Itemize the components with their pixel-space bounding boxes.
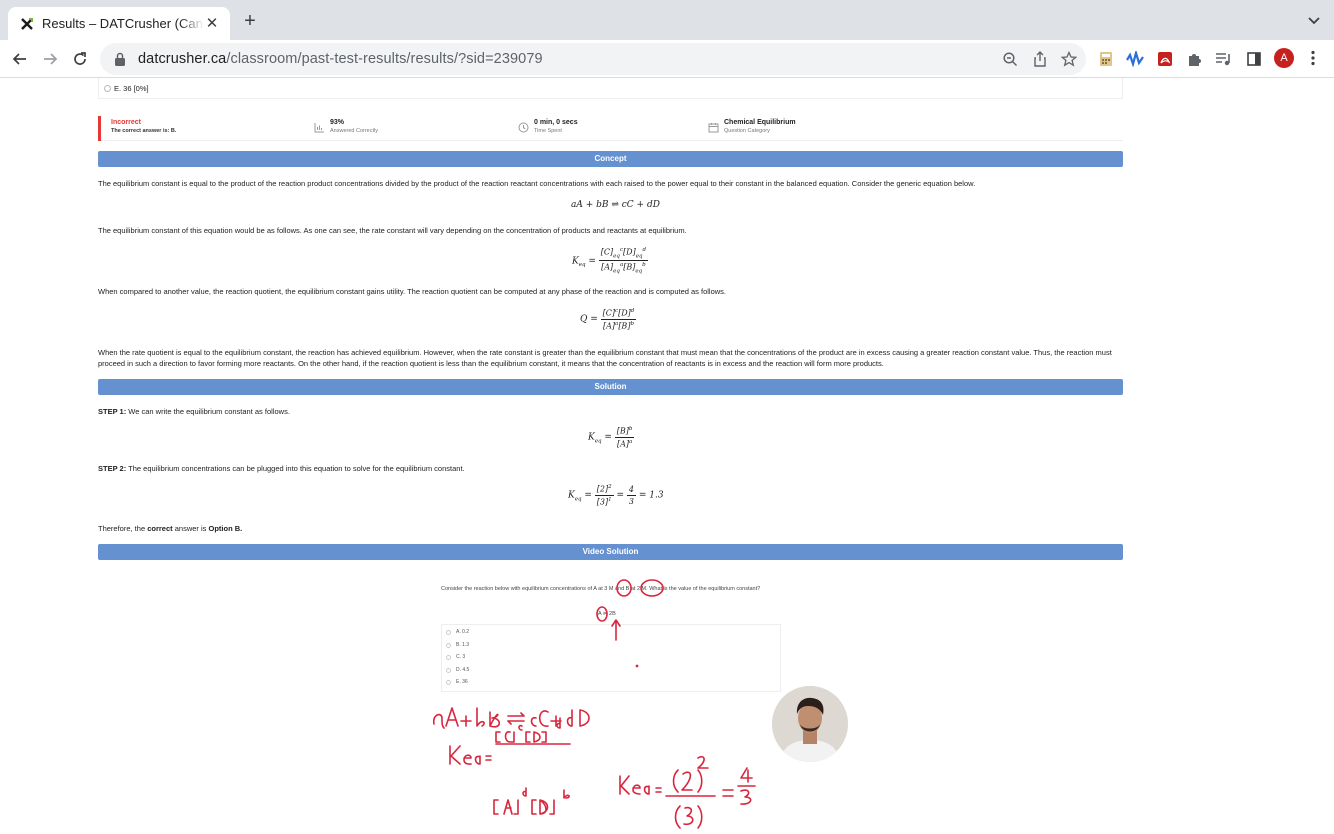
forward-arrow-icon[interactable] bbox=[39, 48, 61, 70]
concept-paragraph-2: The equilibrium constant of this equatio… bbox=[98, 226, 687, 235]
share-icon[interactable] bbox=[1032, 51, 1048, 67]
waveform-extension-icon[interactable] bbox=[1125, 49, 1145, 69]
result-stats: Incorrect The correct answer is: B. 93% … bbox=[98, 116, 1123, 141]
radio-icon[interactable] bbox=[104, 84, 111, 92]
step2-text: The equilibrium concentrations can be pl… bbox=[126, 464, 465, 473]
handwritten-annotations bbox=[432, 579, 756, 829]
step1-text: We can write the equilibrium constant as… bbox=[126, 407, 290, 416]
datcrusher-favicon-icon bbox=[20, 17, 34, 31]
page-content: E. 36 [0%] Incorrect The correct answer … bbox=[0, 78, 1334, 834]
video-solution-header: Video Solution bbox=[98, 544, 1123, 560]
time-value: 0 min, 0 secs bbox=[534, 119, 578, 126]
url-path: /classroom/past-test-results/results/?si… bbox=[226, 51, 543, 67]
status-text: Incorrect bbox=[111, 119, 141, 126]
time-label: Time Spent bbox=[534, 128, 562, 134]
keq-calculation: Keq = [2]2 [3]1 = 43 = 1.3 bbox=[568, 484, 664, 507]
concept-paragraph-3: When compared to another value, the reac… bbox=[98, 287, 727, 296]
answer-option-e[interactable]: E. 36 [0%] bbox=[98, 78, 1123, 99]
calculator-extension-icon[interactable] bbox=[1096, 49, 1116, 69]
reaction-quotient-formula: Q = [C]c[D]d [A]a[B]b bbox=[580, 308, 637, 331]
chevron-down-icon[interactable] bbox=[1306, 14, 1322, 28]
profile-avatar[interactable]: A bbox=[1274, 48, 1294, 68]
keq-specific-formula: Keq = [B]b [A]a bbox=[588, 426, 635, 449]
browser-toolbar: datcrusher.ca/classroom/past-test-result… bbox=[0, 40, 1334, 78]
webcam-overlay bbox=[772, 686, 848, 762]
percent-label: Answered Correctly bbox=[330, 128, 378, 134]
time-spent-stat: 0 min, 0 secs Time Spent bbox=[518, 119, 578, 134]
step1-label: STEP 1: bbox=[98, 407, 127, 416]
more-options-icon[interactable] bbox=[1311, 50, 1315, 66]
browser-tab[interactable]: Results – DATCrusher (Canadian) ✕ bbox=[8, 7, 230, 40]
category-label: Question Category bbox=[724, 128, 770, 134]
zoom-icon[interactable] bbox=[1002, 51, 1018, 67]
correct-option: Option B. bbox=[208, 524, 243, 533]
pdf-extension-icon[interactable] bbox=[1155, 49, 1175, 69]
correct-answer-text: The correct answer is: B. bbox=[111, 128, 177, 134]
concept-paragraph-1: The equilibrium constant is equal to the… bbox=[98, 179, 976, 188]
category-stat: Chemical Equilibrium Question Category bbox=[708, 119, 796, 134]
clock-icon bbox=[518, 122, 529, 133]
address-bar[interactable]: datcrusher.ca/classroom/past-test-result… bbox=[100, 43, 1086, 75]
solution-step-2: STEP 2: The equilibrium concentrations c… bbox=[98, 463, 1123, 474]
bookmark-star-icon[interactable] bbox=[1061, 51, 1077, 67]
final-answer-text: Therefore, the correct answer is Option … bbox=[98, 524, 243, 533]
back-arrow-icon[interactable] bbox=[9, 48, 31, 70]
solution-step-1: STEP 1: We can write the equilibrium con… bbox=[98, 406, 1123, 417]
url-host: datcrusher.ca bbox=[138, 51, 227, 67]
concept-header: Concept bbox=[98, 151, 1123, 167]
video-player[interactable]: Consider the reaction below with equilib… bbox=[430, 578, 790, 834]
generic-equation: aA + bB ⇌ cC + dD bbox=[571, 200, 660, 210]
extensions-puzzle-icon[interactable] bbox=[1184, 49, 1204, 69]
result-status: Incorrect The correct answer is: B. bbox=[111, 119, 176, 134]
percent-value: 93% bbox=[330, 119, 345, 126]
solution-header: Solution bbox=[98, 379, 1123, 395]
new-tab-icon[interactable]: + bbox=[240, 11, 260, 32]
lock-icon bbox=[115, 52, 125, 66]
category-value: Chemical Equilibrium bbox=[724, 119, 796, 126]
tab-strip: Results – DATCrusher (Canadian) ✕ + bbox=[0, 0, 1334, 40]
presenter-avatar-icon bbox=[772, 686, 848, 762]
calendar-icon bbox=[708, 123, 719, 133]
keq-general-formula: Keq = [C]eqc[D]eqd [A]eqa[B]eqb bbox=[572, 247, 648, 275]
media-control-icon[interactable] bbox=[1214, 49, 1234, 69]
close-tab-icon[interactable]: ✕ bbox=[204, 15, 220, 32]
incorrect-indicator bbox=[98, 116, 101, 141]
answer-option-label: E. 36 [0%] bbox=[114, 83, 149, 93]
step2-label: STEP 2: bbox=[98, 464, 127, 473]
concept-paragraph-4: When the rate quotient is equal to the e… bbox=[98, 348, 1112, 368]
reload-icon[interactable] bbox=[69, 48, 91, 70]
percent-correct-stat: 93% Answered Correctly bbox=[314, 119, 378, 134]
tab-title: Results – DATCrusher (Canadian) bbox=[42, 16, 204, 31]
side-panel-icon[interactable] bbox=[1244, 49, 1264, 69]
bar-chart-icon bbox=[314, 123, 324, 133]
